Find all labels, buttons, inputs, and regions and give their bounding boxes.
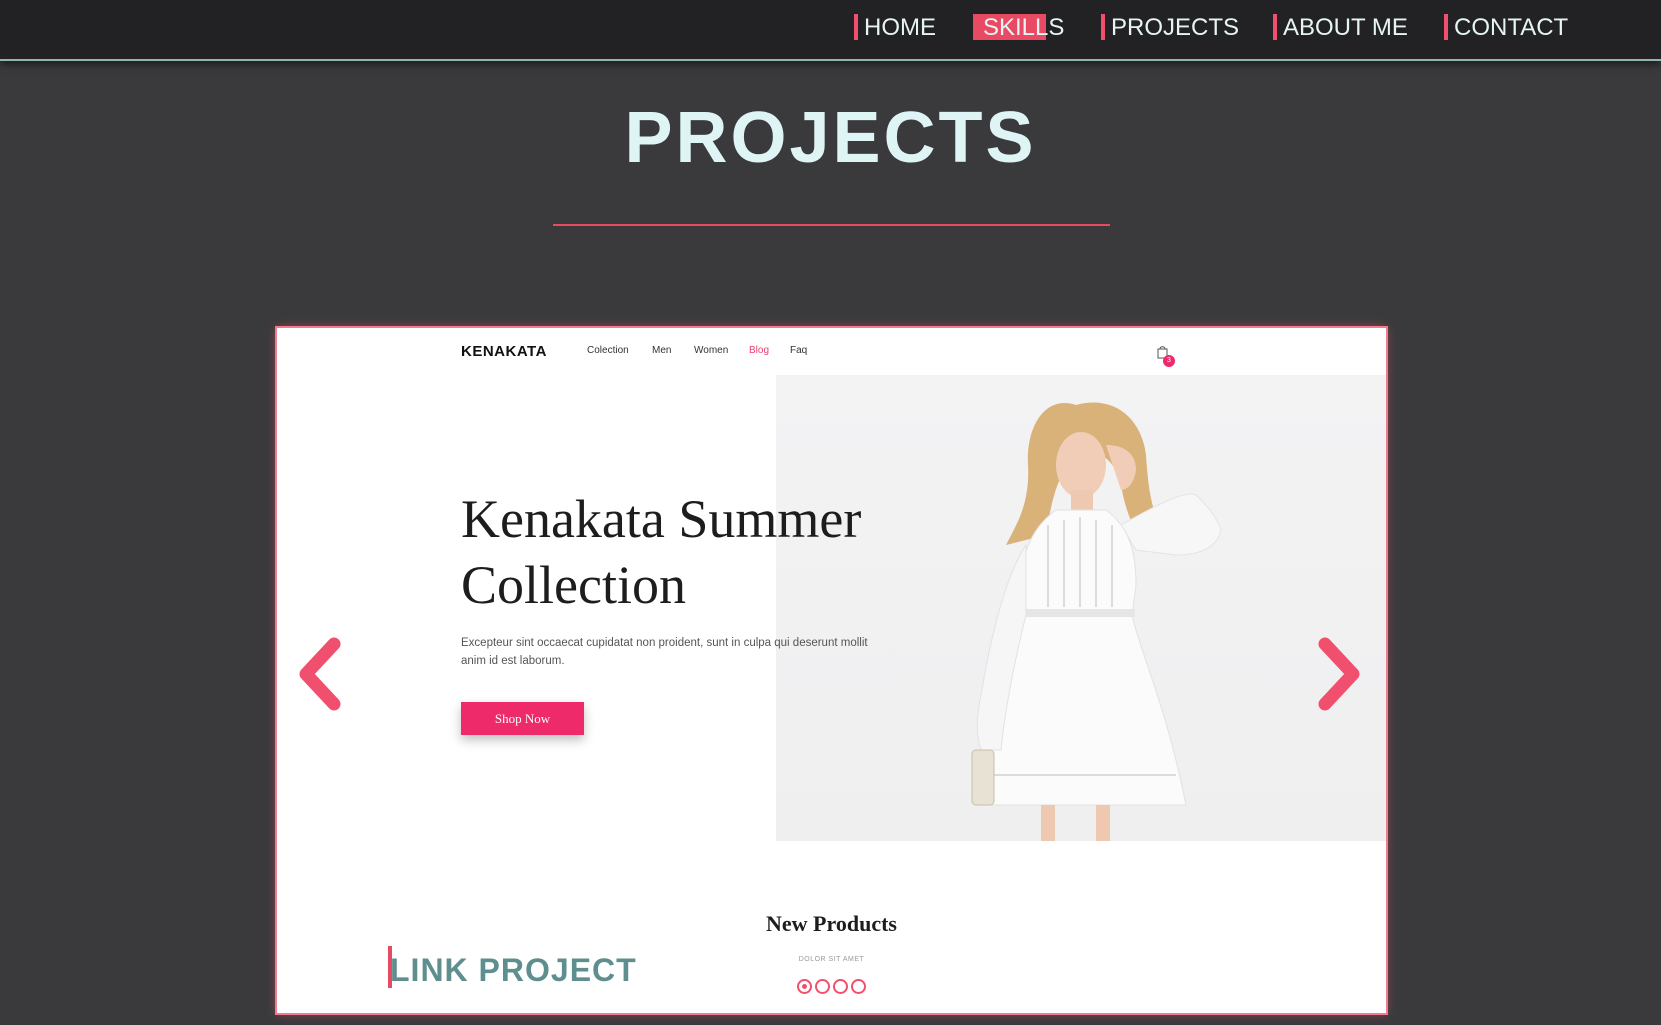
carousel-dot[interactable] (851, 979, 866, 994)
nav-item-label: ABOUT ME (1283, 14, 1408, 41)
nav-item-label: HOME (864, 14, 936, 41)
nav-item-marker (1444, 14, 1448, 40)
chevron-left-icon[interactable] (296, 636, 346, 712)
carousel-dot[interactable] (833, 979, 848, 994)
nav-item-skills[interactable]: SKILLS (973, 14, 1068, 41)
cart-count-badge: 3 (1163, 355, 1175, 367)
hero-description: Excepteur sint occaecat cupidatat non pr… (461, 637, 868, 667)
link-project-label: LINK PROJECT (390, 952, 637, 988)
nav-item-projects[interactable]: PROJECTS (1101, 14, 1240, 41)
project-carousel: KENAKATA Colection Men Women Blog Faq 3 … (277, 328, 1386, 1013)
site-logo: KENAKATA (461, 343, 547, 360)
hero-title-line: Kenakata Summer (461, 489, 862, 549)
nav-item-label: PROJECTS (1111, 14, 1240, 41)
top-navigation: HOME SKILLS PROJECTS ABOUT ME CONTACT (0, 0, 1661, 59)
site-menu-item[interactable]: Women (694, 345, 728, 356)
carousel-dot[interactable] (815, 979, 830, 994)
site-menu-item[interactable]: Colection (587, 345, 629, 356)
shop-now-button[interactable]: Shop Now (461, 702, 584, 735)
hero-title: Kenakata Summer Collection (461, 486, 981, 618)
nav-item-marker (1101, 14, 1105, 40)
chevron-right-icon[interactable] (1313, 636, 1363, 712)
section-title: New Products (766, 911, 897, 936)
nav-item-marker (854, 14, 858, 40)
hero-title-line: Collection (461, 555, 686, 615)
nav-item-contact[interactable]: CONTACT (1444, 14, 1569, 41)
carousel-dot-active[interactable] (797, 979, 812, 994)
nav-item-label: CONTACT (1454, 14, 1569, 41)
nav-item-home[interactable]: HOME (854, 14, 936, 41)
nav-item-about-me[interactable]: ABOUT ME (1273, 14, 1408, 41)
nav-item-label: SKILLS (983, 14, 1065, 41)
page-title: PROJECTS (624, 98, 1037, 178)
site-menu-item[interactable]: Men (652, 345, 671, 356)
nav-item-marker (1273, 14, 1277, 40)
site-menu-item-highlighted[interactable]: Blog (749, 345, 769, 356)
site-menu-item[interactable]: Faq (790, 345, 807, 356)
title-divider (553, 224, 1110, 226)
